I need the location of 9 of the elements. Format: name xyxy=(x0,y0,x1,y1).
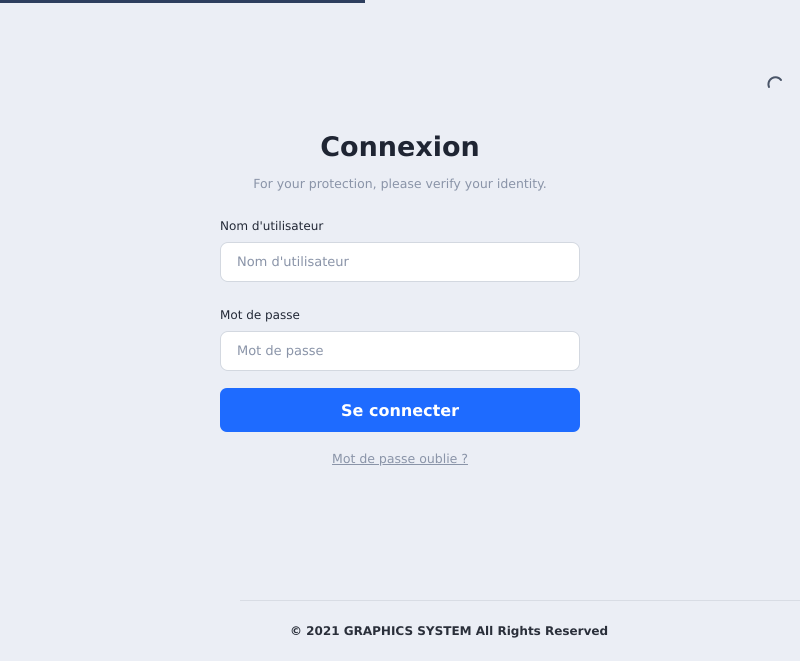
input-field[interactable]: Mot de passe xyxy=(220,331,580,371)
field-label: Nom d'utilisateur xyxy=(220,219,324,233)
input-field[interactable]: Nom d'utilisateur xyxy=(220,242,580,282)
field-label: Mot de passe xyxy=(220,308,301,322)
login-button[interactable]: Se connecter xyxy=(220,388,580,432)
copyright-text: © 2021 GRAPHICS SYSTEM All Rights Reserved xyxy=(290,624,608,638)
page-title: Connexion xyxy=(319,131,481,165)
subtitle: For your protection, please verify your identity. xyxy=(252,176,548,191)
forgot-password-link[interactable]: Mot de passe oublie ? xyxy=(332,451,468,466)
